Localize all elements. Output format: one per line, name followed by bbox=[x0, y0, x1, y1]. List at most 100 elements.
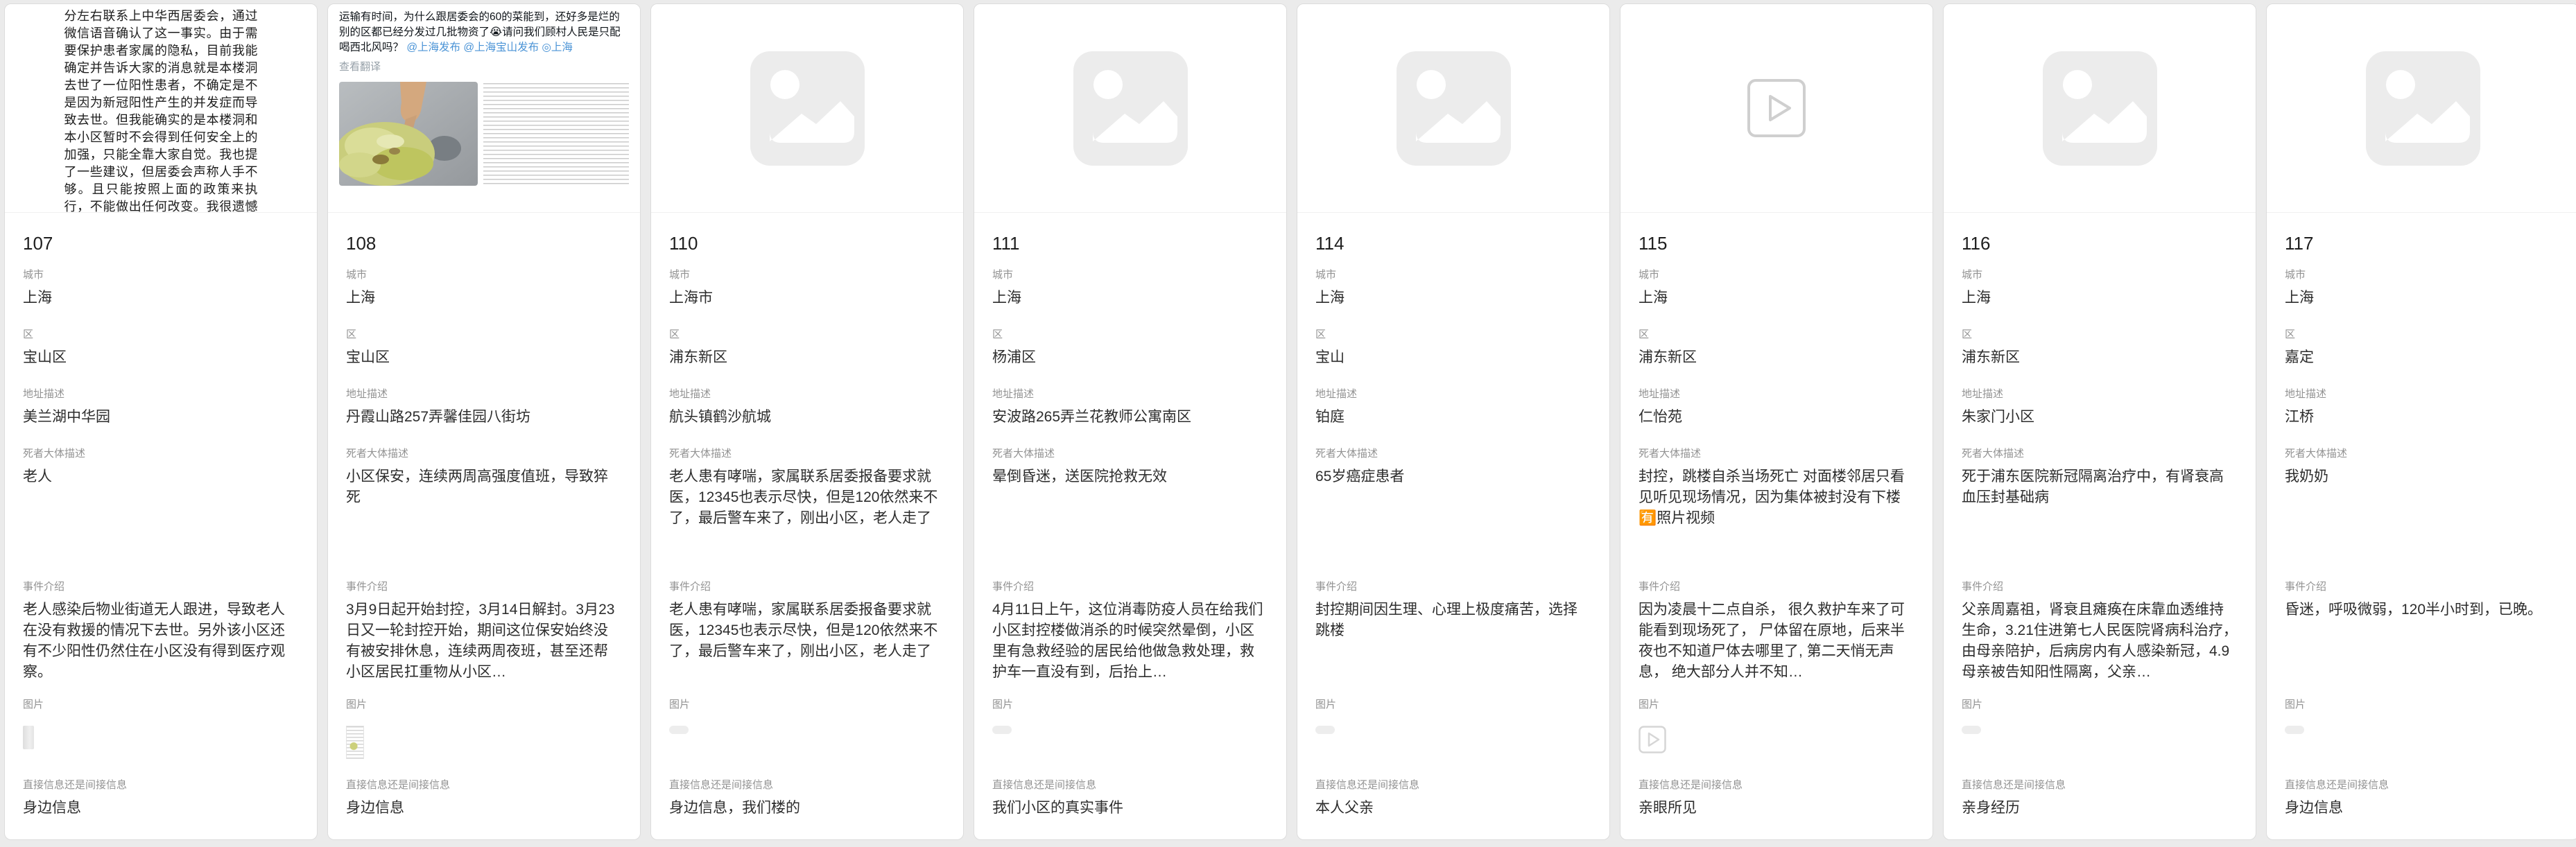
field-label-victim: 死者大体描述 bbox=[992, 447, 1268, 461]
field-label-direct: 直接信息还是间接信息 bbox=[2285, 778, 2561, 792]
field-label-address: 地址描述 bbox=[346, 387, 622, 401]
image-thumbnail[interactable] bbox=[2285, 726, 2304, 734]
field-label-victim: 死者大体描述 bbox=[669, 447, 945, 461]
record-card[interactable]: 运输有时间，为什么跟居委会的60的菜能到，还好多是烂的别的区都已经分发过几批物资… bbox=[327, 3, 641, 840]
field-value-district: 宝山区 bbox=[23, 347, 299, 368]
field-label-event: 事件介绍 bbox=[23, 580, 299, 594]
card-media-preview[interactable] bbox=[651, 4, 963, 213]
record-card[interactable]: 117城市上海区嘉定地址描述江桥死者大体描述我奶奶事件介绍昏迷，呼吸微弱，120… bbox=[2266, 3, 2576, 840]
field-value-event: 封控期间因生理、心理上极度痛苦，选择跳楼 bbox=[1315, 600, 1591, 641]
field-value-city: 上海 bbox=[2285, 288, 2561, 308]
field-value-city: 上海 bbox=[346, 288, 622, 308]
field-label-address: 地址描述 bbox=[1639, 387, 1914, 401]
field-value-event: 4月11日上午，这位消毒防疫人员在给我们小区封控楼做消杀的时候突然晕倒，小区里有… bbox=[992, 600, 1268, 683]
record-card[interactable]: 110城市上海市区浦东新区地址描述航头镇鹤沙航城死者大体描述老人患有哮喘，家属联… bbox=[650, 3, 964, 840]
record-card[interactable]: 116城市上海区浦东新区地址描述朱家门小区死者大体描述死于浦东医院新冠隔离治疗中… bbox=[1943, 3, 2256, 840]
image-placeholder-icon bbox=[2043, 51, 2157, 166]
field-value-direct: 我们小区的真实事件 bbox=[992, 798, 1268, 819]
image-thumbnail[interactable] bbox=[23, 726, 34, 749]
field-label-victim: 死者大体描述 bbox=[1315, 447, 1591, 461]
field-label-district: 区 bbox=[1962, 328, 2238, 342]
record-id: 110 bbox=[669, 231, 945, 256]
card-media-preview[interactable] bbox=[974, 4, 1286, 213]
field-label-event: 事件介绍 bbox=[992, 580, 1268, 594]
image-thumbnail[interactable] bbox=[992, 726, 1012, 734]
field-value-direct: 本人父亲 bbox=[1315, 798, 1591, 819]
field-label-direct: 直接信息还是间接信息 bbox=[669, 778, 945, 792]
field-label-image: 图片 bbox=[1639, 698, 1914, 712]
field-value-victim: 老人 bbox=[23, 466, 299, 487]
field-label-image: 图片 bbox=[1315, 698, 1591, 712]
field-label-victim: 死者大体描述 bbox=[2285, 447, 2561, 461]
field-label-city: 城市 bbox=[1962, 268, 2238, 282]
field-label-direct: 直接信息还是间接信息 bbox=[23, 778, 299, 792]
video-thumbnail-icon bbox=[1639, 726, 1666, 753]
record-card[interactable]: 115城市上海区浦东新区地址描述仁怡苑死者大体描述封控，跳楼自杀当场死亡 对面楼… bbox=[1620, 3, 1933, 840]
record-id: 116 bbox=[1962, 231, 2238, 256]
field-value-direct: 亲身经历 bbox=[1962, 798, 2238, 819]
record-id: 111 bbox=[992, 231, 1268, 256]
image-placeholder-icon bbox=[2366, 51, 2480, 166]
field-label-city: 城市 bbox=[346, 268, 622, 282]
field-label-district: 区 bbox=[346, 328, 622, 342]
card-body: 115城市上海区浦东新区地址描述仁怡苑死者大体描述封控，跳楼自杀当场死亡 对面楼… bbox=[1620, 213, 1933, 839]
card-media-preview[interactable]: 运输有时间，为什么跟居委会的60的菜能到，还好多是烂的别的区都已经分发过几批物资… bbox=[328, 4, 640, 213]
field-label-city: 城市 bbox=[992, 268, 1268, 282]
field-label-event: 事件介绍 bbox=[1315, 580, 1591, 594]
record-card[interactable]: 分左右联系上中华西居委会，通过微信语音确认了这一事实。由于需要保护患者家属的隐私… bbox=[4, 3, 318, 840]
field-label-district: 区 bbox=[23, 328, 299, 342]
field-label-city: 城市 bbox=[2285, 268, 2561, 282]
field-label-event: 事件介绍 bbox=[1639, 580, 1914, 594]
card-body: 116城市上海区浦东新区地址描述朱家门小区死者大体描述死于浦东医院新冠隔离治疗中… bbox=[1944, 213, 2256, 839]
record-card[interactable]: 111城市上海区杨浦区地址描述安波路265弄兰花教师公寓南区死者大体描述晕倒昏迷… bbox=[974, 3, 1287, 840]
field-value-event: 老人患有哮喘，家属联系居委报备要求就医，12345也表示尽快，但是120依然来不… bbox=[669, 600, 945, 662]
field-label-city: 城市 bbox=[669, 268, 945, 282]
field-label-district: 区 bbox=[669, 328, 945, 342]
card-media-preview[interactable] bbox=[1944, 4, 2256, 213]
field-value-direct: 亲眼所见 bbox=[1639, 798, 1914, 819]
field-value-event: 昏迷，呼吸微弱，120半小时到，已晚。 bbox=[2285, 600, 2561, 620]
image-thumbnail[interactable] bbox=[1962, 726, 1981, 734]
field-label-direct: 直接信息还是间接信息 bbox=[1962, 778, 2238, 792]
field-value-direct: 身边信息 bbox=[23, 798, 299, 819]
field-value-address: 朱家门小区 bbox=[1962, 407, 2238, 428]
record-id: 108 bbox=[346, 231, 622, 256]
field-label-address: 地址描述 bbox=[1315, 387, 1591, 401]
card-media-preview[interactable]: 分左右联系上中华西居委会，通过微信语音确认了这一事实。由于需要保护患者家属的隐私… bbox=[5, 4, 317, 213]
record-id: 107 bbox=[23, 231, 299, 256]
field-value-district: 浦东新区 bbox=[1962, 347, 2238, 368]
image-thumbnail[interactable] bbox=[1639, 726, 1666, 757]
field-value-city: 上海 bbox=[992, 288, 1268, 308]
article-text-thumbnail bbox=[483, 83, 629, 187]
field-label-city: 城市 bbox=[23, 268, 299, 282]
field-value-address: 铂庭 bbox=[1315, 407, 1591, 428]
field-label-address: 地址描述 bbox=[1962, 387, 2238, 401]
field-value-city: 上海 bbox=[1639, 288, 1914, 308]
field-label-image: 图片 bbox=[2285, 698, 2561, 712]
tweet-media-row bbox=[339, 82, 629, 187]
field-value-victim: 封控，跳楼自杀当场死亡 对面楼邻居只看见听见现场情况，因为集体被封没有下楼 🈶照… bbox=[1639, 466, 1914, 529]
image-thumbnail[interactable] bbox=[346, 726, 364, 759]
card-media-preview[interactable] bbox=[2267, 4, 2576, 213]
image-thumbnail[interactable] bbox=[1315, 726, 1335, 734]
field-label-city: 城市 bbox=[1639, 268, 1914, 282]
card-media-preview[interactable] bbox=[1297, 4, 1609, 213]
record-id: 115 bbox=[1639, 231, 1914, 256]
field-label-direct: 直接信息还是间接信息 bbox=[1639, 778, 1914, 792]
field-label-event: 事件介绍 bbox=[346, 580, 622, 594]
field-value-district: 嘉定 bbox=[2285, 347, 2561, 368]
field-label-district: 区 bbox=[992, 328, 1268, 342]
field-value-victim: 65岁癌症患者 bbox=[1315, 466, 1591, 487]
field-value-direct: 身边信息，我们楼的 bbox=[669, 798, 945, 819]
field-value-city: 上海 bbox=[23, 288, 299, 308]
field-label-event: 事件介绍 bbox=[1962, 580, 2238, 594]
field-label-direct: 直接信息还是间接信息 bbox=[1315, 778, 1591, 792]
records-board: 分左右联系上中华西居委会，通过微信语音确认了这一事实。由于需要保护患者家属的隐私… bbox=[0, 0, 2576, 847]
field-label-image: 图片 bbox=[346, 698, 622, 712]
card-media-preview[interactable] bbox=[1620, 4, 1933, 213]
card-body: 111城市上海区杨浦区地址描述安波路265弄兰花教师公寓南区死者大体描述晕倒昏迷… bbox=[974, 213, 1286, 839]
field-value-address: 航头镇鹤沙航城 bbox=[669, 407, 945, 428]
image-thumbnail[interactable] bbox=[669, 726, 689, 734]
tweet-text-line1: 运输有时间，为什么跟居委会的60的菜能到，还好多是烂的 bbox=[339, 10, 629, 25]
record-card[interactable]: 114城市上海区宝山地址描述铂庭死者大体描述65岁癌症患者事件介绍封控期间因生理… bbox=[1297, 3, 1610, 840]
